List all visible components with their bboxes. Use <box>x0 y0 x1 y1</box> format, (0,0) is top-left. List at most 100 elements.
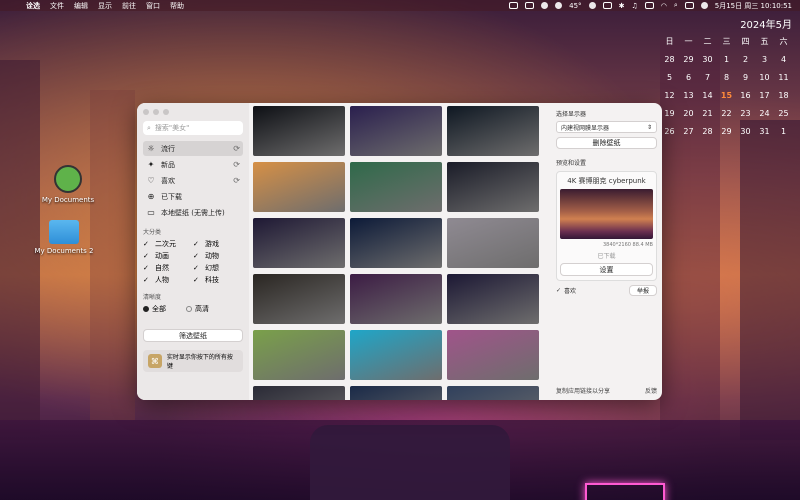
minimize-button[interactable] <box>153 109 159 115</box>
wallpaper-gallery[interactable] <box>253 106 551 400</box>
close-button[interactable] <box>143 109 149 115</box>
calendar-day: 24 <box>759 109 770 118</box>
calendar-day: 11 <box>778 73 789 82</box>
desktop-icon-my-documents-2[interactable]: My Documents 2 <box>24 220 104 255</box>
input-source-icon[interactable] <box>644 2 654 9</box>
headphones-icon[interactable]: ♫ <box>631 2 637 10</box>
display-icon[interactable] <box>509 2 519 9</box>
filter-button[interactable]: 筛选壁纸 <box>143 329 243 342</box>
refresh-icon[interactable]: ⟳ <box>233 176 240 185</box>
wallpaper-thumbnail[interactable] <box>447 162 539 212</box>
nav-favorites[interactable]: ♡ 喜欢 ⟳ <box>143 173 243 188</box>
menubar-clock[interactable]: 5月15日 周三 10:10:51 <box>715 1 792 11</box>
wallpaper-thumbnail[interactable] <box>350 330 442 380</box>
wallpaper-thumbnail[interactable] <box>350 106 442 156</box>
wallpaper-thumbnail[interactable] <box>253 274 345 324</box>
refresh-icon[interactable]: ⟳ <box>233 144 240 153</box>
wallpaper-thumbnail[interactable] <box>253 330 345 380</box>
category-checkbox[interactable]: ✓ 动画 <box>143 251 193 261</box>
refresh-icon[interactable]: ⟳ <box>233 160 240 169</box>
category-label: 动物 <box>205 252 219 260</box>
keystroke-promo[interactable]: ⌘ 实时显示你按下的所有按键 <box>143 350 243 372</box>
calendar-widget[interactable]: 2024年5月 日 一 二 三 四 五 六 28 29 30 1 2 3 4 5… <box>660 16 800 139</box>
calendar-day: 5 <box>666 73 673 82</box>
app-menu: 诠选 文件 编辑 显示 前往 窗口 帮助 <box>26 1 184 11</box>
preview-image[interactable] <box>560 189 653 239</box>
wallpaper-sofa <box>310 425 510 500</box>
bluetooth-icon[interactable]: ✱ <box>619 2 625 10</box>
copy-link-button[interactable]: 复制应用链接以分享 <box>556 386 610 395</box>
display-select[interactable]: 内建视网膜显示器 ⇕ <box>556 121 657 133</box>
remove-wallpaper-button[interactable]: 删除壁纸 <box>556 137 657 149</box>
zoom-button[interactable] <box>163 109 169 115</box>
calendar-day: 1 <box>723 55 730 64</box>
desktop-icon-label: My Documents 2 <box>34 247 94 255</box>
nav-label: 本地壁纸 (无需上传) <box>161 208 225 217</box>
wallpaper-thumbnail[interactable] <box>447 218 539 268</box>
favorite-checkbox[interactable]: ✓ 喜欢 <box>556 286 576 295</box>
category-checkbox[interactable]: ✓ 自然 <box>143 263 193 273</box>
siri-icon[interactable] <box>700 2 708 9</box>
wallpaper-thumbnail[interactable] <box>447 274 539 324</box>
menu-go[interactable]: 前往 <box>122 1 136 11</box>
clarity-hd-radio[interactable]: 高清 <box>186 304 209 314</box>
gauge-icon[interactable] <box>555 2 563 9</box>
clarity-all-radio[interactable]: 全部 <box>143 304 166 314</box>
calendar-day: 28 <box>702 127 713 136</box>
calendar-day: 30 <box>740 127 751 136</box>
set-wallpaper-button[interactable]: 设置 <box>560 263 653 276</box>
search-menubar-icon[interactable]: ⌕ <box>674 1 678 10</box>
monitor-icon: ▭ <box>147 208 155 217</box>
category-checkbox[interactable]: ✓ 科技 <box>193 275 243 285</box>
control-center-icon[interactable] <box>684 2 694 9</box>
wallpaper-thumbnail[interactable] <box>253 106 345 156</box>
wallpaper-thumbnail[interactable] <box>350 162 442 212</box>
wifi-icon[interactable]: ◠ <box>661 2 667 10</box>
menu-help[interactable]: 帮助 <box>170 1 184 11</box>
chat-icon[interactable] <box>588 2 596 9</box>
menu-view[interactable]: 显示 <box>98 1 112 11</box>
wallpaper-thumbnail[interactable] <box>253 386 345 400</box>
wallpaper-thumbnail[interactable] <box>350 218 442 268</box>
nav-new[interactable]: ✦ 新品 ⟳ <box>143 157 243 172</box>
weather-temperature[interactable]: 45° <box>569 2 581 10</box>
weekday-label: 日 <box>665 37 674 46</box>
checkmark-icon: ✓ <box>556 287 562 294</box>
category-checkbox[interactable]: ✓ 二次元 <box>143 239 193 249</box>
wallpaper-thumbnail[interactable] <box>253 218 345 268</box>
calendar-day: 29 <box>721 127 732 136</box>
report-button[interactable]: 举报 <box>629 285 657 296</box>
wallpaper-thumbnail[interactable] <box>447 330 539 380</box>
nav-downloaded[interactable]: ⊕ 已下载 <box>143 189 243 204</box>
desktop-icon-my-documents[interactable]: My Documents <box>28 165 108 204</box>
menu-window[interactable]: 窗口 <box>146 1 160 11</box>
category-label: 幻想 <box>205 264 219 272</box>
category-checkbox[interactable]: ✓ 幻想 <box>193 263 243 273</box>
category-checkbox[interactable]: ✓ 人物 <box>143 275 193 285</box>
feedback-button[interactable]: 反馈 <box>645 386 657 395</box>
wallpaper-thumbnail[interactable] <box>447 386 539 400</box>
wallpaper-building <box>90 90 135 420</box>
weekday-label: 六 <box>779 37 788 46</box>
category-label: 科技 <box>205 276 219 284</box>
search-field[interactable]: ⌕ 搜索"美女" <box>143 121 243 135</box>
wallpaper-thumbnail[interactable] <box>350 386 442 400</box>
menu-file[interactable]: 文件 <box>50 1 64 11</box>
menu-app-name[interactable]: 诠选 <box>26 1 40 11</box>
calendar-day: 17 <box>759 91 770 100</box>
control-icon[interactable] <box>541 2 549 9</box>
screen-icon[interactable] <box>525 2 535 9</box>
nav-popular[interactable]: ☼ 流行 ⟳ <box>143 141 243 156</box>
calendar-day: 28 <box>664 55 675 64</box>
battery-icon[interactable] <box>602 2 612 9</box>
category-checkbox[interactable]: ✓ 游戏 <box>193 239 243 249</box>
category-checkbox[interactable]: ✓ 动物 <box>193 251 243 261</box>
calendar-day: 25 <box>778 109 789 118</box>
wallpaper-thumbnail[interactable] <box>350 274 442 324</box>
calendar-day: 14 <box>702 91 713 100</box>
wallpaper-thumbnail[interactable] <box>253 162 345 212</box>
menu-edit[interactable]: 编辑 <box>74 1 88 11</box>
wallpaper-thumbnail[interactable] <box>447 106 539 156</box>
nav-local[interactable]: ▭ 本地壁纸 (无需上传) <box>143 205 243 220</box>
calendar-day: 8 <box>723 73 730 82</box>
